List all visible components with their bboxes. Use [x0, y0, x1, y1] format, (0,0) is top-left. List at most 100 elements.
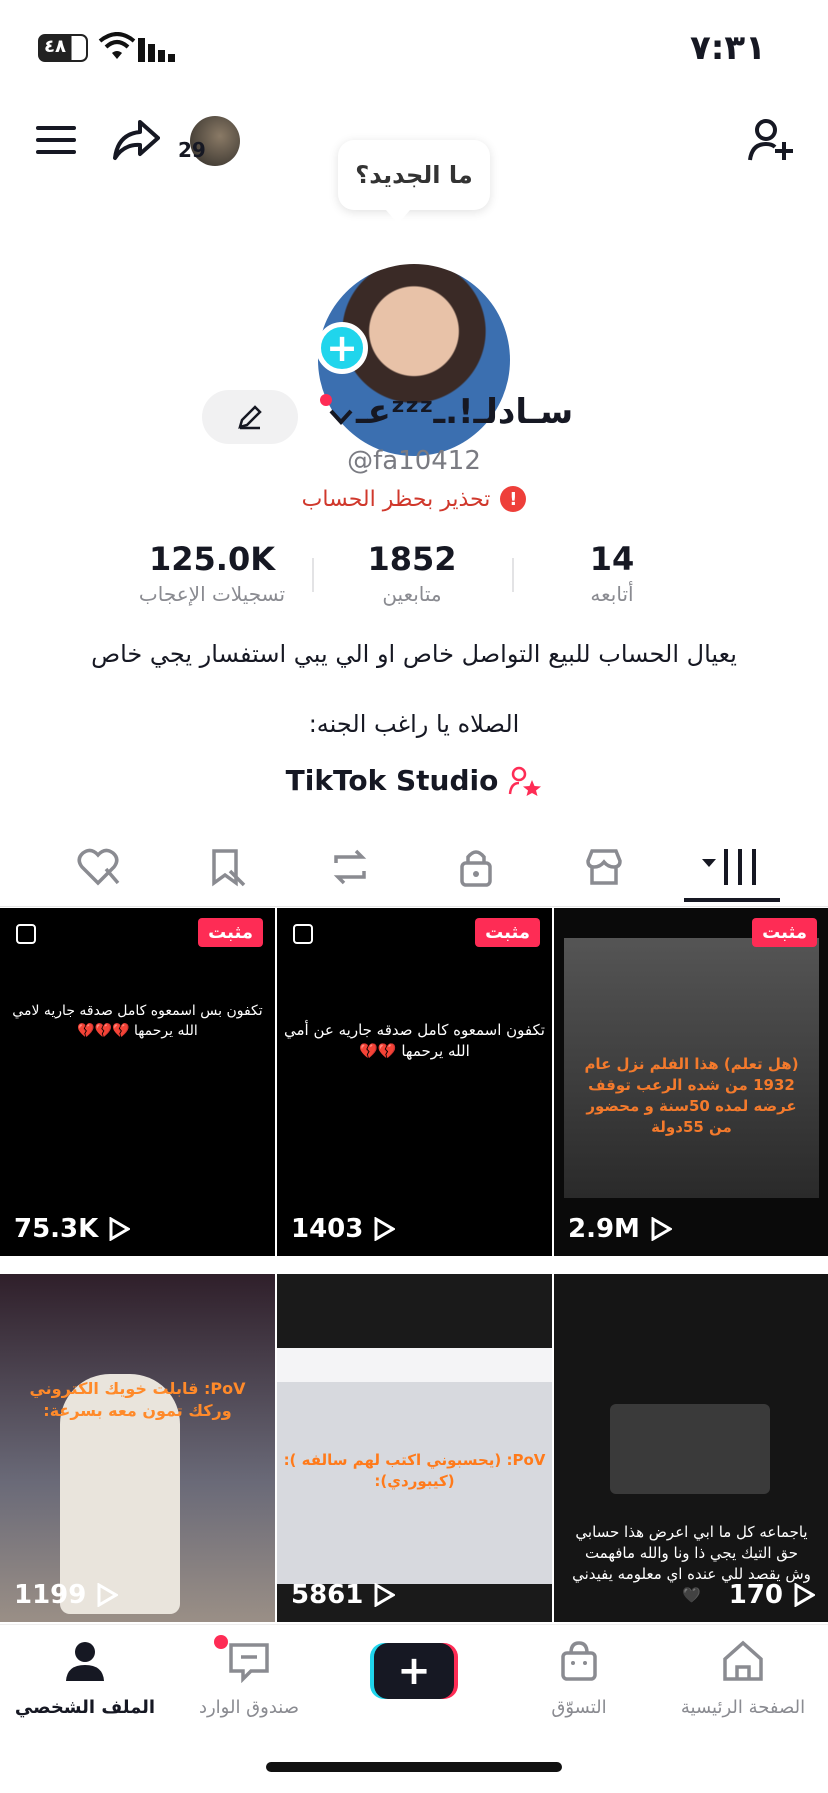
- plus-icon: +: [374, 1643, 454, 1699]
- video-caption: (هل تعلم) هذا الفلم نزل عام 1932 من شده …: [584, 1055, 799, 1136]
- nav-shop-label: التسوّق: [551, 1697, 607, 1718]
- profile-icon: [66, 1642, 104, 1681]
- creator-star-icon: [509, 766, 542, 796]
- stat-followers[interactable]: 1852 متابعين: [312, 540, 512, 606]
- view-count-value: 2.9M: [568, 1214, 640, 1244]
- video-tile[interactable]: ياجماعه كل ما ابي اعرض هذا حسابي حق التي…: [554, 1274, 828, 1622]
- view-count-value: 75.3K: [14, 1214, 99, 1244]
- multi-photo-icon: [293, 924, 313, 944]
- following-count: 14: [589, 540, 635, 578]
- clock: ٧:٣١: [690, 28, 766, 68]
- followers-count: 1852: [367, 540, 457, 578]
- home-indicator: [266, 1762, 562, 1772]
- heart-hidden-icon: [77, 848, 120, 886]
- following-label: أتابعه: [590, 582, 634, 606]
- shop-icon: [586, 849, 622, 885]
- user-handle: @fa10412: [347, 446, 481, 476]
- play-icon: [374, 1583, 396, 1607]
- lock-icon: [460, 850, 492, 887]
- nav-home-label: الصفحة الرئيسية: [680, 1697, 806, 1718]
- bio-line-2: الصلاه يا راغب الجنه:: [308, 710, 520, 738]
- status-bar: ٤٨ ٧:٣١: [0, 0, 828, 100]
- chevron-down-icon[interactable]: [328, 404, 354, 430]
- wifi-icon: [98, 32, 136, 59]
- view-count-value: 1403: [291, 1214, 364, 1244]
- tab-reposts[interactable]: [318, 830, 382, 904]
- alert-icon: !: [500, 486, 527, 512]
- video-caption: تكفون اسمعوه كامل صدقه جاريه عن أمي الله…: [284, 1021, 545, 1060]
- view-count: 2.9M: [568, 1214, 672, 1244]
- play-icon: [794, 1583, 815, 1607]
- play-icon: [97, 1583, 119, 1607]
- home-icon: [723, 1640, 763, 1681]
- pinned-badge: مثبت: [198, 918, 263, 947]
- nav-inbox-label: صندوق الوارد: [198, 1697, 300, 1718]
- view-count-value: 1199: [14, 1580, 87, 1610]
- view-count: 75.3K: [14, 1214, 131, 1244]
- video-tile[interactable]: مثبت تكفون اسمعوه كامل صدقه جاريه عن أمي…: [277, 908, 552, 1256]
- nav-shop[interactable]: التسوّق: [494, 1639, 664, 1718]
- username: عـᶻᶻᶻسـادلـ!.ـ: [356, 392, 574, 432]
- tab-shop[interactable]: [572, 830, 636, 904]
- view-count-value: 170: [728, 1580, 783, 1610]
- signal-icon: [138, 38, 175, 62]
- bookmark-hidden-icon: [212, 849, 246, 887]
- warning-text: تحذير بحظر الحساب: [301, 486, 491, 512]
- stat-following[interactable]: 14 أتابعه: [512, 540, 712, 606]
- view-count-value: 5861: [291, 1580, 364, 1610]
- video-caption: PoV: (يحسبوني اكتب لهم سالفه ): (كيبوردي…: [283, 1451, 546, 1490]
- followers-label: متابعين: [382, 582, 442, 606]
- grid-icon: [702, 849, 756, 885]
- tab-videos[interactable]: [698, 830, 762, 904]
- likes-count: 125.0K: [148, 540, 275, 578]
- pinned-badge: مثبت: [752, 918, 817, 947]
- repost-icon: [333, 849, 367, 885]
- share-icon[interactable]: [110, 114, 162, 166]
- inbox-badge: [214, 1635, 228, 1649]
- profile-tabs: [0, 830, 828, 907]
- whats-new-bubble[interactable]: ما الجديد؟: [338, 140, 490, 210]
- view-count: 170: [729, 1580, 815, 1610]
- nav-profile[interactable]: الملف الشخصي: [0, 1639, 170, 1718]
- play-icon: [374, 1217, 396, 1241]
- tab-favorites[interactable]: [194, 830, 258, 904]
- add-friend-icon[interactable]: [744, 114, 796, 166]
- likes-label: تسجيلات الإعجاب: [138, 582, 286, 606]
- video-tile[interactable]: مثبت (هل تعلم) هذا الفلم نزل عام 1932 من…: [554, 908, 828, 1256]
- account-warning[interactable]: تحذير بحظر الحساب !: [0, 486, 828, 512]
- view-count: 5861: [291, 1580, 396, 1610]
- bio-line-1: يعيال الحساب للبيع التواصل خاص او الي يب…: [91, 640, 737, 668]
- studio-label: TikTok Studio: [285, 764, 499, 797]
- play-icon: [109, 1217, 131, 1241]
- add-story-icon[interactable]: +: [316, 322, 368, 374]
- pencil-icon: [238, 405, 262, 430]
- nav-inbox[interactable]: صندوق الوارد: [164, 1639, 334, 1718]
- tab-private[interactable]: [444, 830, 508, 904]
- nav-profile-label: الملف الشخصي: [14, 1697, 156, 1718]
- tab-liked[interactable]: [66, 830, 130, 904]
- view-count: 1403: [291, 1214, 396, 1244]
- video-tile[interactable]: مثبت تكفون بس اسمعوه كامل صدقه جاريه لام…: [0, 908, 275, 1256]
- battery-level: ٤٨: [44, 36, 66, 57]
- shopping-bag-icon: [561, 1641, 597, 1681]
- create-button[interactable]: +: [370, 1643, 458, 1699]
- video-caption: PoV: قابلت خويك الكتروني وركك تمون معه ب…: [29, 1379, 246, 1421]
- story-count: 29: [178, 138, 206, 162]
- view-count: 1199: [14, 1580, 119, 1610]
- tiktok-studio-link[interactable]: TikTok Studio: [0, 764, 828, 797]
- menu-icon[interactable]: [34, 118, 78, 162]
- play-icon: [651, 1217, 672, 1241]
- video-tile[interactable]: PoV: (يحسبوني اكتب لهم سالفه ): (كيبوردي…: [277, 1274, 552, 1622]
- video-tile[interactable]: PoV: قابلت خويك الكتروني وركك تمون معه ب…: [0, 1274, 275, 1622]
- edit-profile-button[interactable]: [202, 390, 298, 444]
- video-caption: تكفون بس اسمعوه كامل صدقه جاريه لامي الل…: [12, 1003, 263, 1039]
- active-tab-indicator: [684, 898, 780, 902]
- bubble-tail: [386, 210, 410, 224]
- inbox-icon: [229, 1643, 269, 1684]
- input-bar: [277, 1348, 552, 1382]
- pinned-badge: مثبت: [475, 918, 540, 947]
- nav-home[interactable]: الصفحة الرئيسية: [658, 1639, 828, 1718]
- multi-photo-icon: [16, 924, 36, 944]
- dialog-thumbnail: [610, 1404, 770, 1494]
- stat-likes[interactable]: 125.0K تسجيلات الإعجاب: [112, 540, 312, 606]
